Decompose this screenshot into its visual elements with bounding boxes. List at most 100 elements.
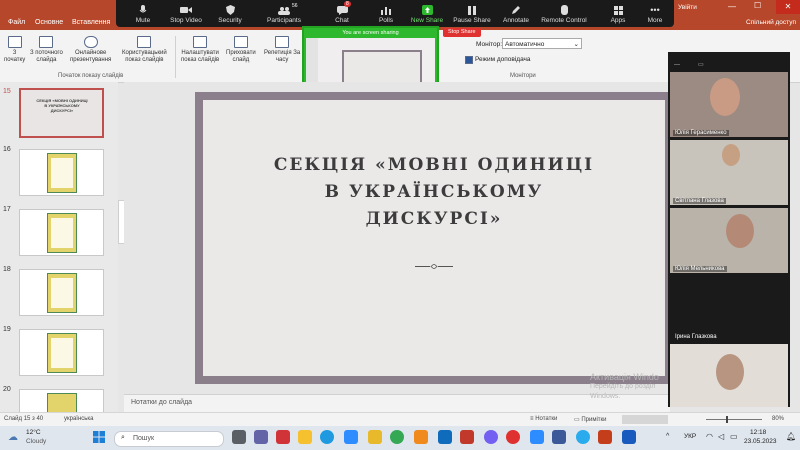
certificate-body: [51, 218, 73, 248]
annotate-label: Annotate: [502, 17, 530, 24]
speaker-icon[interactable]: ◁: [718, 432, 724, 441]
comments-toggle[interactable]: ▭ Примітки: [574, 416, 607, 423]
annotate-button[interactable]: Annotate: [502, 0, 530, 27]
chrome-icon[interactable]: [390, 430, 404, 444]
notes-toggle[interactable]: ≡ Нотатки: [530, 416, 557, 422]
zoom-level[interactable]: 80%: [772, 416, 784, 422]
participant-name: Юлія Мельникова: [673, 266, 727, 272]
tray-chevron-icon[interactable]: ^: [666, 433, 669, 440]
slide-number-16: 16: [3, 146, 11, 153]
clock-time[interactable]: 12:18: [750, 429, 766, 436]
tab-file[interactable]: Файл: [8, 19, 25, 26]
tab-home[interactable]: Основне: [35, 19, 63, 26]
thumbnail-slide-16[interactable]: [19, 149, 104, 196]
cloud-icon: ☁: [8, 432, 18, 443]
maximize-icon[interactable]: ☐: [754, 1, 761, 10]
from-start-label: З початку: [4, 50, 26, 63]
online-present-button[interactable]: Онлайнове презентування: [70, 36, 111, 64]
thumbnail-slide-15[interactable]: СЕКЦІЯ «МОВНІ ОДИНИЦІ В УКРАЇНСЬКОМУ ДИС…: [19, 88, 104, 138]
chat-button[interactable]: Chat 8: [332, 0, 352, 27]
wifi-icon[interactable]: ◠: [706, 432, 713, 441]
thumbnail-slide-17[interactable]: [19, 209, 104, 256]
acrobat-icon[interactable]: [276, 430, 290, 444]
view-buttons[interactable]: [622, 415, 668, 424]
participants-label: Participants: [267, 17, 301, 24]
share-access-button[interactable]: Спільний доступ: [746, 19, 796, 26]
stop-video-button[interactable]: Stop Video: [168, 0, 204, 27]
weather-temp[interactable]: 12°C: [26, 429, 41, 436]
security-button[interactable]: Security: [216, 0, 244, 27]
participants-button[interactable]: Participants 56: [264, 0, 304, 27]
hide-slide-icon: [233, 36, 248, 48]
minimize-icon[interactable]: —: [728, 2, 736, 11]
zoom-slider[interactable]: [706, 416, 762, 423]
gallery-view-icon[interactable]: ▭: [698, 61, 704, 68]
meeting-icon[interactable]: [530, 430, 544, 444]
zoom-icon[interactable]: [344, 430, 358, 444]
app-64-icon[interactable]: [460, 430, 474, 444]
clock-date[interactable]: 23.05.2023: [744, 438, 777, 445]
video-camera-icon: [180, 5, 192, 15]
participant-tile-2[interactable]: Світлана Глазова: [670, 140, 788, 205]
from-current-button[interactable]: З поточного слайда: [30, 36, 63, 64]
zoom-meeting-toolbar: Mute Stop Video Security Participants 56…: [116, 0, 674, 27]
keyboard-language[interactable]: УКР: [684, 433, 696, 440]
tab-insert[interactable]: Вставлення: [72, 19, 110, 26]
gallery-minimize-icon[interactable]: —: [674, 62, 680, 68]
mute-button[interactable]: Mute: [130, 0, 156, 27]
slide-thumbnails-pane: 15 СЕКЦІЯ «МОВНІ ОДИНИЦІ В УКРАЇНСЬКОМУ …: [0, 82, 118, 413]
word-icon[interactable]: [622, 430, 636, 444]
opera-icon[interactable]: [506, 430, 520, 444]
participant-tile-5[interactable]: [670, 344, 788, 407]
notification-bell-icon[interactable]: 🔔︎: [786, 432, 796, 441]
current-slide[interactable]: СЕКЦІЯ «МОВНІ ОДИНИЦІ В УКРАЇНСЬКОМУ ДИС…: [195, 92, 673, 384]
participant-tile-3[interactable]: Юлія Мельникова: [670, 208, 788, 273]
thumbnail-slide-20[interactable]: [19, 389, 104, 413]
taskbar-search[interactable]: ⌕ Пошук: [114, 431, 224, 447]
presenter-view-checkbox[interactable]: [465, 56, 473, 64]
folder-icon[interactable]: [368, 430, 382, 444]
outlook-icon[interactable]: [438, 430, 452, 444]
slide-title[interactable]: СЕКЦІЯ «МОВНІ ОДИНИЦІ В УКРАЇНСЬКОМУ ДИС…: [233, 152, 635, 233]
close-icon[interactable]: ✕: [776, 0, 800, 14]
windows-taskbar: ☁ 12°C Cloudy ⌕ Пошук ^ УКР ◠ ◁ ▭ 12:18 …: [0, 426, 800, 450]
remote-control-button[interactable]: Remote Control: [540, 0, 588, 27]
windows-start-icon[interactable]: [92, 430, 106, 444]
apps-button[interactable]: Apps: [610, 0, 626, 27]
setup-show-button[interactable]: Налаштувати показ слайдів: [181, 36, 219, 64]
task-view-icon[interactable]: [232, 430, 246, 444]
participant-tile-4[interactable]: Ірина Глазкова: [670, 276, 788, 341]
rehearse-timings-button[interactable]: Репетиція За часу: [264, 36, 300, 64]
pause-share-button[interactable]: Pause Share: [452, 0, 492, 27]
custom-show-button[interactable]: Користувацький показ слайдів: [122, 36, 167, 64]
more-button[interactable]: ••• More: [646, 0, 664, 27]
online-present-label: Онлайнове презентування: [70, 50, 112, 63]
new-share-button[interactable]: New Share: [410, 0, 444, 27]
stop-video-label: Stop Video: [170, 17, 202, 24]
thumbnail-slide-19[interactable]: [19, 329, 104, 376]
file-explorer-icon[interactable]: [298, 430, 312, 444]
teams-icon[interactable]: [254, 430, 268, 444]
battery-icon[interactable]: ▭: [730, 432, 738, 441]
edge-icon[interactable]: [320, 430, 334, 444]
viber-icon[interactable]: [484, 430, 498, 444]
from-start-button[interactable]: З початку: [4, 36, 25, 64]
telegram-icon[interactable]: [576, 430, 590, 444]
hide-slide-button[interactable]: Приховати слайд: [226, 36, 256, 64]
language-indicator[interactable]: українська: [64, 416, 94, 422]
vlc-icon[interactable]: [414, 430, 428, 444]
pause-share-label: Pause Share: [453, 17, 491, 24]
zoom-participants-gallery: — ▭ Юлія Герасименко Світлана Глазова Юл…: [668, 52, 790, 407]
polls-button[interactable]: Polls: [378, 0, 394, 27]
monitor-select[interactable]: Автоматично ⌄: [502, 38, 582, 49]
app-icon[interactable]: [552, 430, 566, 444]
thumbnail-slide-18[interactable]: [19, 269, 104, 316]
zoom-slider-thumb[interactable]: [726, 416, 728, 423]
stop-share-button[interactable]: Stop Share: [443, 28, 481, 37]
sign-in-link[interactable]: Увійти: [678, 4, 697, 11]
slide-number-18: 18: [3, 266, 11, 273]
participant-tile-1[interactable]: Юлія Герасименко: [670, 72, 788, 137]
ppt-status-bar: Слайд 15 з 40 українська ≡ Нотатки ▭ При…: [0, 412, 800, 427]
notes-pane[interactable]: Нотатки до слайда: [124, 394, 670, 413]
powerpoint-icon[interactable]: [598, 430, 612, 444]
